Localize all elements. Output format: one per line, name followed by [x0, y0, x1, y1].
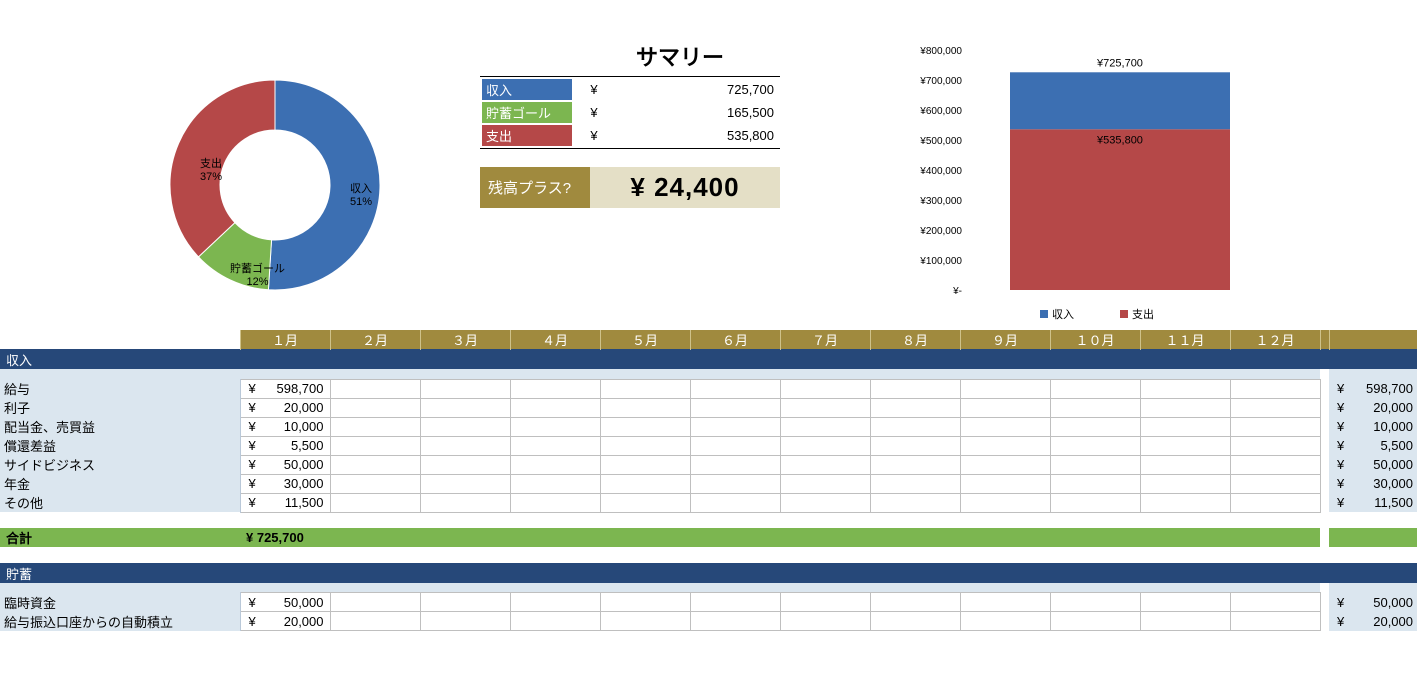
donut-slice-label: 収入51%: [350, 180, 372, 208]
table-row: 償還差益5,5005,500: [0, 436, 1417, 455]
donut-slice-label: 支出37%: [200, 155, 222, 183]
table-row: 給与振込口座からの自動積立20,00020,000: [0, 612, 1417, 631]
summary-row-value: 165,500: [616, 102, 778, 123]
table-row: 年金30,00030,000: [0, 474, 1417, 493]
svg-text:¥300,000: ¥300,000: [919, 196, 962, 207]
summary-table: 収入¥725,700貯蓄ゴール¥165,500支出¥535,800: [480, 76, 780, 149]
balance-block: 残高プラス? ¥ 24,400: [480, 167, 780, 208]
svg-text:¥600,000: ¥600,000: [919, 106, 962, 117]
table-row: その他11,50011,500: [0, 493, 1417, 512]
summary-row-value: 725,700: [616, 79, 778, 100]
svg-text:¥500,000: ¥500,000: [919, 136, 962, 147]
donut-slice-2: [170, 80, 275, 257]
svg-text:¥200,000: ¥200,000: [919, 226, 962, 237]
donut-slice-label: 貯蓄ゴール12%: [230, 260, 285, 288]
svg-text:支出: 支出: [1132, 307, 1154, 321]
svg-text:¥400,000: ¥400,000: [919, 166, 962, 177]
summary-row-label: 支出: [482, 125, 572, 146]
donut-chart: 収入51% 貯蓄ゴール12% 支出37%: [0, 0, 480, 330]
svg-text:¥100,000: ¥100,000: [919, 256, 962, 267]
svg-text:¥725,700: ¥725,700: [1096, 57, 1143, 69]
summary-panel: サマリー 収入¥725,700貯蓄ゴール¥165,500支出¥535,800 残…: [480, 0, 880, 330]
svg-text:¥-: ¥-: [952, 286, 962, 297]
svg-text:¥800,000: ¥800,000: [919, 46, 962, 57]
budget-sheet[interactable]: １月２月３月４月５月６月７月８月９月１０月１１月１２月収入給与598,70059…: [0, 330, 1417, 631]
summary-title: サマリー: [480, 40, 880, 72]
summary-row-label: 貯蓄ゴール: [482, 102, 572, 123]
svg-text:¥535,800: ¥535,800: [1096, 134, 1143, 146]
balance-label: 残高プラス?: [480, 167, 590, 208]
table-row: サイドビジネス50,00050,000: [0, 455, 1417, 474]
table-row: 配当金、売買益10,00010,000: [0, 417, 1417, 436]
balance-value: ¥ 24,400: [590, 167, 780, 208]
table-row: 臨時資金50,00050,000: [0, 593, 1417, 612]
svg-text:¥700,000: ¥700,000: [919, 76, 962, 87]
table-row: 給与598,700598,700: [0, 379, 1417, 398]
summary-row-value: 535,800: [616, 125, 778, 146]
svg-text:収入: 収入: [1052, 308, 1074, 321]
summary-row-label: 収入: [482, 79, 572, 100]
table-row: 利子20,00020,000: [0, 398, 1417, 417]
bar-chart: ¥- ¥100,000 ¥200,000 ¥300,000 ¥400,000 ¥500,0…: [880, 0, 1417, 330]
